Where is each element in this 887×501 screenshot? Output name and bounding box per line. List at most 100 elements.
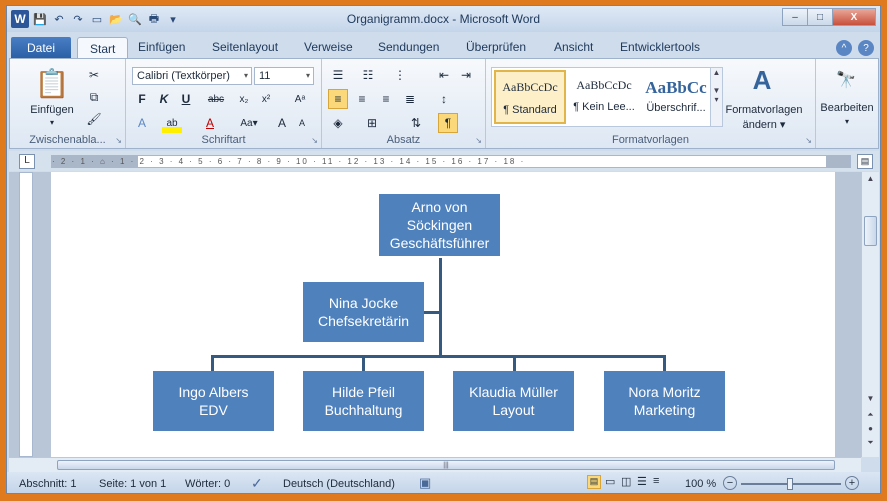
status-words[interactable]: Wörter: 0: [185, 478, 230, 490]
zoom-out-button[interactable]: −: [723, 476, 737, 490]
align-right-icon[interactable]: ≡: [376, 89, 396, 109]
tab-ansicht[interactable]: Ansicht: [554, 40, 593, 54]
next-page-icon[interactable]: ⏷: [864, 438, 877, 451]
tab-file[interactable]: Datei: [11, 37, 71, 58]
change-case-icon[interactable]: Aa▾: [234, 113, 264, 133]
find-icon[interactable]: 🔭: [832, 67, 860, 93]
scroll-thumb[interactable]: [864, 216, 877, 246]
italic-icon[interactable]: K: [154, 89, 174, 109]
borders-icon[interactable]: ⊞: [362, 113, 382, 133]
sort-icon[interactable]: ⇅: [406, 113, 426, 133]
dialog-launcher-icon[interactable]: ↘: [805, 136, 812, 145]
paste-button[interactable]: Einfügen: [24, 103, 80, 117]
numbering-icon[interactable]: ☷: [358, 65, 378, 85]
org-node-root[interactable]: Arno von Söckingen Geschäftsführer: [379, 194, 500, 256]
maximize-button[interactable]: □: [807, 8, 833, 26]
view-ruler-icon[interactable]: ▤: [857, 154, 873, 169]
zoom-level[interactable]: 100 %: [685, 478, 716, 490]
draft-view-icon[interactable]: ≡: [653, 475, 659, 487]
org-node-assistant[interactable]: Nina Jocke Chefsekretärin: [303, 282, 424, 342]
help-icon[interactable]: ?: [858, 40, 874, 56]
paste-icon[interactable]: 📋: [32, 65, 72, 101]
editing-button[interactable]: Bearbeiten: [816, 101, 878, 115]
full-screen-view-icon[interactable]: ▭: [605, 475, 615, 488]
justify-icon[interactable]: ≣: [400, 89, 420, 109]
print-layout-view-icon[interactable]: ▤: [587, 475, 601, 489]
shrink-font-icon[interactable]: A: [292, 113, 312, 133]
change-styles-icon[interactable]: A: [742, 63, 782, 97]
org-node-staff[interactable]: Ingo Albers EDV: [153, 371, 274, 431]
shading-icon[interactable]: ◈: [328, 113, 348, 133]
scroll-thumb[interactable]: |||: [57, 460, 835, 470]
dialog-launcher-icon[interactable]: ↘: [311, 136, 318, 145]
ruler-margin-right: [826, 156, 850, 167]
browse-object-icon[interactable]: ●: [864, 424, 877, 437]
status-page[interactable]: Seite: 1 von 1: [99, 478, 166, 490]
tab-sendungen[interactable]: Sendungen: [378, 40, 439, 54]
strikethrough-icon[interactable]: abc: [206, 89, 226, 109]
tab-ueberpruefen[interactable]: Überprüfen: [466, 40, 526, 54]
highlight-icon[interactable]: ab: [162, 113, 182, 133]
text-effects-icon[interactable]: A: [132, 113, 152, 133]
clear-formatting-icon[interactable]: Aᵃ: [290, 89, 310, 109]
subscript-icon[interactable]: x₂: [234, 89, 254, 109]
horizontal-ruler[interactable]: · 2 · 1 · ⌂ · 1 · 2 · 3 · 4 · 5 · 6 · 7 …: [51, 155, 851, 168]
document-page[interactable]: Arno von Söckingen Geschäftsführer Nina …: [51, 172, 835, 457]
dialog-launcher-icon[interactable]: ↘: [115, 136, 122, 145]
style-standard[interactable]: AaBbCcDc ¶ Standard: [494, 70, 566, 124]
cut-icon[interactable]: ✂: [84, 65, 104, 85]
tab-selector[interactable]: L: [19, 154, 35, 169]
style-gallery-scroll[interactable]: ▲ ▼ ▾: [710, 68, 722, 126]
show-formatting-marks-icon[interactable]: ¶: [438, 113, 458, 133]
bullets-icon[interactable]: ☰: [328, 65, 348, 85]
web-layout-view-icon[interactable]: ◫: [621, 475, 631, 488]
superscript-icon[interactable]: x²: [256, 89, 276, 109]
status-language[interactable]: Deutsch (Deutschland): [283, 478, 395, 490]
font-size-combo[interactable]: 11 ▾: [254, 67, 314, 85]
copy-icon[interactable]: ⧉: [84, 87, 104, 107]
dialog-launcher-icon[interactable]: ↘: [475, 136, 482, 145]
change-styles-button[interactable]: Formatvorlagen: [722, 103, 806, 117]
previous-page-icon[interactable]: ⏶: [864, 410, 877, 423]
align-left-icon[interactable]: ≡: [328, 89, 348, 109]
scroll-down-icon[interactable]: ▼: [864, 394, 877, 407]
minimize-ribbon-icon[interactable]: ^: [836, 40, 852, 56]
org-node-staff[interactable]: Hilde Pfeil Buchhaltung: [303, 371, 424, 431]
minimize-button[interactable]: –: [782, 8, 808, 26]
align-center-icon[interactable]: ≡: [352, 89, 372, 109]
line-spacing-icon[interactable]: ↕: [434, 89, 454, 109]
bold-icon[interactable]: F: [132, 89, 152, 109]
macro-record-icon[interactable]: ▣: [419, 475, 431, 491]
font-name-combo[interactable]: Calibri (Textkörper) ▾: [132, 67, 252, 85]
org-node-staff[interactable]: Nora Moritz Marketing: [604, 371, 725, 431]
increase-indent-icon[interactable]: ⇥: [456, 65, 476, 85]
vertical-ruler[interactable]: [19, 172, 33, 457]
horizontal-scrollbar[interactable]: |||: [9, 457, 861, 472]
proofing-icon[interactable]: ✓: [251, 475, 263, 492]
style-heading[interactable]: AaBbCc Überschrif...: [640, 70, 712, 124]
vertical-scrollbar[interactable]: ▲ ▼ ⏶ ● ⏷: [861, 172, 879, 457]
outline-view-icon[interactable]: ☰: [637, 475, 647, 488]
multilevel-list-icon[interactable]: ⋮: [390, 65, 410, 85]
scroll-up-icon[interactable]: ▲: [864, 174, 877, 187]
decrease-indent-icon[interactable]: ⇤: [434, 65, 454, 85]
grow-font-icon[interactable]: A: [272, 113, 292, 133]
tab-einfuegen[interactable]: Einfügen: [138, 40, 185, 54]
tab-verweise[interactable]: Verweise: [304, 40, 353, 54]
paste-dropdown-icon[interactable]: ▾: [24, 117, 80, 127]
close-button[interactable]: X: [832, 8, 876, 26]
format-painter-icon[interactable]: 🖌: [84, 109, 104, 129]
org-node-staff[interactable]: Klaudia Müller Layout: [453, 371, 574, 431]
style-no-spacing[interactable]: AaBbCcDc ¶ Kein Lee...: [568, 70, 640, 124]
font-color-icon[interactable]: A: [200, 113, 220, 133]
change-styles-button-line2[interactable]: ändern ▾: [722, 117, 806, 131]
status-section[interactable]: Abschnitt: 1: [19, 478, 76, 490]
underline-icon[interactable]: U: [176, 89, 196, 109]
tab-seitenlayout[interactable]: Seitenlayout: [212, 40, 278, 54]
ruler-bar: L · 2 · 1 · ⌂ · 1 · 2 · 3 · 4 · 5 · 6 · …: [9, 151, 879, 171]
zoom-slider-thumb[interactable]: [787, 478, 793, 490]
tab-start[interactable]: Start: [77, 37, 129, 59]
zoom-in-button[interactable]: +: [845, 476, 859, 490]
chevron-down-icon[interactable]: ▾: [816, 115, 878, 127]
tab-entwicklertools[interactable]: Entwicklertools: [620, 40, 700, 54]
